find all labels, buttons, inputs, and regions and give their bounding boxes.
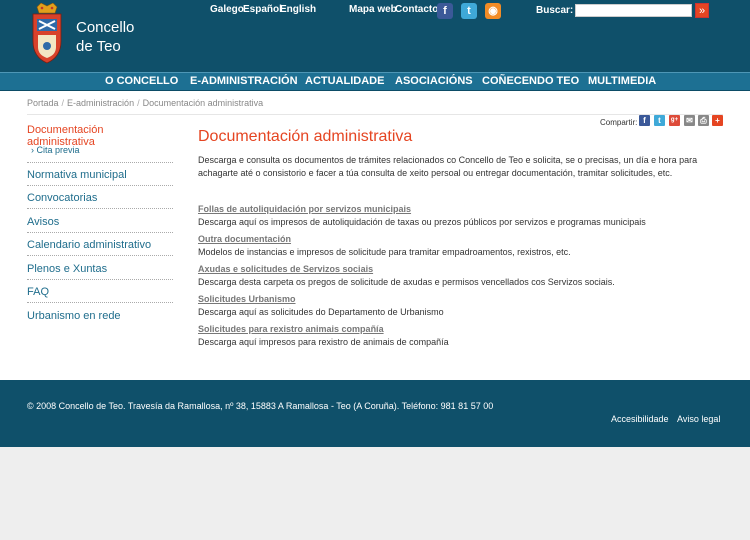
doc-link-follas[interactable]: Follas de autoliquidación por servizos m… (198, 204, 411, 214)
share-label: Compartir: (600, 118, 638, 127)
doc-desc: Descarga aquí os impresos de autoliquida… (198, 217, 646, 227)
breadcrumb-separator: / (137, 98, 140, 108)
sidebar-item-faq[interactable]: FAQ (27, 286, 173, 298)
nav-asociacions[interactable]: ASOCIACIÓNS (395, 75, 473, 87)
chevron-right-icon: › (31, 145, 34, 155)
doc-link-outra[interactable]: Outra documentación (198, 234, 291, 244)
accessibility-link[interactable]: Accesibilidade (611, 414, 669, 424)
lang-galego[interactable]: Galego (210, 4, 244, 15)
coat-of-arms-logo[interactable] (27, 3, 67, 65)
breadcrumb: Portada / E-administración / Documentación a… (27, 98, 263, 108)
sidebar-divider (27, 162, 173, 163)
doc-desc: Descarga aquí impresos para rexistro de … (198, 337, 449, 347)
search-label: Buscar: (536, 5, 574, 16)
sidebar-divider (27, 302, 173, 303)
google-plus-icon[interactable]: g+ (669, 115, 680, 126)
footer-address: © 2008 Concello de Teo. Travesía da Rama… (27, 401, 494, 411)
doc-desc: Descarga desta carpeta os pregos de soli… (198, 277, 615, 287)
sidebar-item-urbanismo[interactable]: Urbanismo en rede (27, 310, 173, 322)
breadcrumb-portada[interactable]: Portada (27, 98, 59, 108)
doc-desc: Modelos de instancias e impresos de soli… (198, 247, 571, 257)
doc-link-urbanismo[interactable]: Solicitudes Urbanismo (198, 294, 296, 304)
sidebar-subitem-label: Cita previa (36, 145, 80, 155)
intro-text: Descarga e consulta os documentos de trá… (198, 155, 698, 178)
nav-o-concello[interactable]: O CONCELLO (105, 75, 178, 87)
more-icon[interactable]: + (712, 115, 723, 126)
nav-conecendo-teo[interactable]: COÑECENDO TEO (482, 75, 579, 87)
nav-actualidade[interactable]: ACTUALIDADE (305, 75, 384, 87)
site-header: Concello de Teo Galego Español English M… (0, 0, 750, 72)
content-area: Portada / E-administración / Documentación a… (0, 91, 750, 380)
sidebar-item-convocatorias[interactable]: Convocatorias (27, 192, 173, 204)
sidebar-divider (27, 232, 173, 233)
search-button[interactable]: » (695, 3, 709, 18)
sidebar-item-calendario[interactable]: Calendario administrativo (27, 239, 173, 251)
facebook-icon[interactable]: f (639, 115, 650, 126)
sidebar-divider (27, 279, 173, 280)
brand-line-1: Concello (76, 19, 135, 36)
search-input[interactable] (575, 4, 692, 17)
breadcrumb-separator: / (61, 98, 65, 108)
page-title: Documentación administrativa (198, 128, 413, 145)
sidebar-divider (27, 208, 173, 209)
lang-espanol[interactable]: Español (243, 4, 282, 15)
print-icon[interactable]: ⎙ (698, 115, 709, 126)
twitter-icon[interactable]: t (461, 3, 477, 19)
breadcrumb-current: Documentación administrativa (142, 98, 264, 108)
sidebar-divider (27, 255, 173, 256)
brand-line-2: de Teo (76, 38, 121, 55)
sidebar-item-avisos[interactable]: Avisos (27, 216, 173, 228)
main-nav: O CONCELLO E-ADMINISTRACIÓN ACTUALIDADE … (0, 72, 750, 91)
doc-desc: Descarga aquí as solicitudes do Departam… (198, 307, 444, 317)
sidebar-item-normativa[interactable]: Normativa municipal (27, 169, 173, 181)
doc-link-animais[interactable]: Solicitudes para rexistro animais compañ… (198, 324, 384, 334)
doc-link-axudas[interactable]: Axudas e solicitudes de Servizos sociais (198, 264, 373, 274)
email-icon[interactable]: ✉ (684, 115, 695, 126)
sidebar-divider (27, 185, 173, 186)
site-brand[interactable]: Concello de Teo (76, 18, 134, 56)
site-footer: © 2008 Concello de Teo. Travesía da Rama… (0, 380, 750, 447)
breadcrumb-divider (27, 114, 723, 115)
twitter-icon[interactable]: t (654, 115, 665, 126)
nav-multimedia[interactable]: MULTIMEDIA (588, 75, 656, 87)
rss-icon[interactable]: ◉ (485, 3, 501, 19)
legal-notice-link[interactable]: Aviso legal (677, 414, 720, 424)
contact-link[interactable]: Contacto (395, 4, 438, 15)
facebook-icon[interactable]: f (437, 3, 453, 19)
sidebar-subitem-cita-previa[interactable]: › Cita previa (31, 145, 177, 155)
breadcrumb-e-administracion[interactable]: E-administración (67, 98, 134, 108)
lang-english[interactable]: English (280, 4, 316, 15)
nav-e-administracion[interactable]: E-ADMINISTRACIÓN (190, 75, 298, 87)
sidebar-item-plenos[interactable]: Plenos e Xuntas (27, 263, 173, 275)
sitemap-link[interactable]: Mapa web (349, 4, 397, 15)
